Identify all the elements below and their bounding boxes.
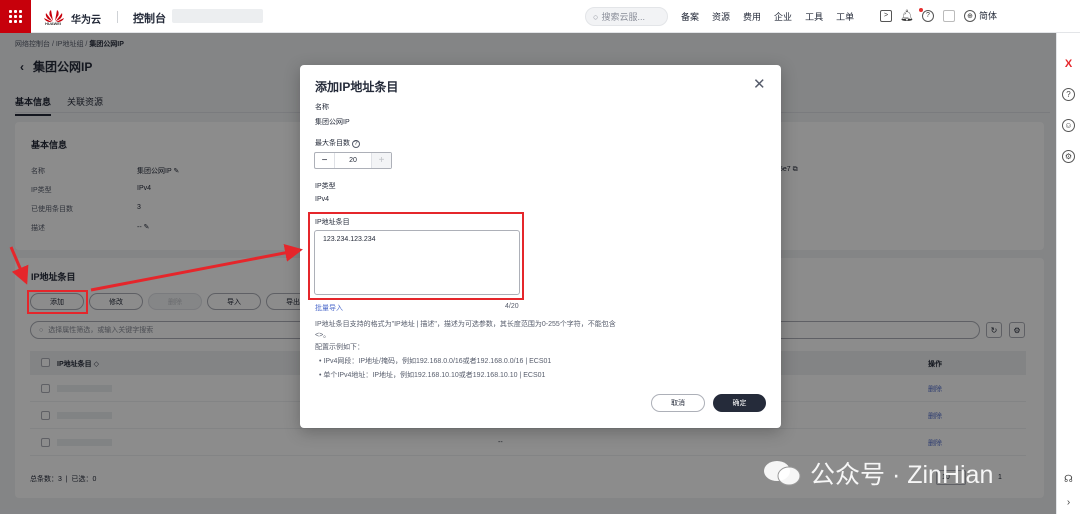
divider: [117, 11, 118, 23]
max-entries-text: 最大条目数: [315, 140, 350, 147]
max-entries-value[interactable]: 20: [335, 153, 371, 168]
name-label: 名称: [315, 104, 329, 111]
service-list-icon[interactable]: [0, 0, 31, 33]
increment-button[interactable]: +: [371, 153, 391, 168]
max-entries-label: 最大条目数 ?: [315, 138, 360, 148]
name-value: 集团公网IP: [315, 119, 350, 126]
logo-text: HUAWEI: [45, 21, 61, 26]
watermark-text: 公众号 · ZinHian: [810, 461, 994, 489]
format-hint-2: <>。: [315, 332, 331, 339]
region-selector[interactable]: [172, 9, 263, 23]
language-switch[interactable]: ⊕ 简体: [964, 9, 997, 22]
confirm-button[interactable]: 确定: [713, 394, 766, 412]
nav-beian[interactable]: 备案: [681, 10, 699, 23]
help-center-icon[interactable]: ?: [1062, 88, 1075, 101]
global-search-input[interactable]: ○ 搜索云服...: [585, 7, 668, 26]
example-ipv4-segment-text: IPv4网段：IP地址/掩码，例如192.168.0.0/16或者192.168…: [323, 358, 552, 365]
nav-enterprise[interactable]: 企业: [774, 10, 792, 23]
top-navbar: HUAWEI 华为云 控制台 ○ 搜索云服... 备案 资源 费用 企业 工具 …: [0, 0, 1080, 33]
close-icon[interactable]: ✕: [753, 75, 766, 93]
nav-tools[interactable]: 工具: [805, 10, 823, 23]
settings-icon[interactable]: ⚙: [1062, 150, 1075, 163]
help-icon[interactable]: ?: [351, 140, 360, 148]
bell-icon[interactable]: 🔔︎: [900, 10, 914, 22]
nav-tickets[interactable]: 工单: [836, 10, 854, 23]
ai-assistant-icon[interactable]: X: [1062, 57, 1075, 70]
example-ipv4-segment: • IPv4网段：IP地址/掩码，例如192.168.0.0/16或者192.1…: [319, 358, 552, 365]
headset-icon[interactable]: ☊: [1062, 473, 1075, 486]
language-label: 简体: [979, 11, 998, 21]
feedback-smile-icon[interactable]: ☺: [1062, 119, 1075, 132]
ip-type-label: IP类型: [315, 183, 336, 190]
message-icon[interactable]: [943, 9, 955, 22]
collapse-icon[interactable]: ›: [1062, 496, 1075, 509]
right-rail: X ? ☺ ⚙ ☊ ›: [1056, 33, 1080, 514]
top-nav-links: 备案 资源 费用 企业 工具 工单: [681, 10, 867, 23]
format-hint: IP地址条目支持的格式为"IP地址 | 描述"，描述为可选参数，其长度范围为0-…: [315, 321, 616, 328]
decrement-button[interactable]: −: [315, 153, 335, 168]
wechat-icon: [764, 461, 801, 486]
search-icon: ○: [593, 11, 599, 22]
globe-icon: ⊕: [964, 9, 976, 22]
annotation-box-entry: [308, 212, 524, 300]
brand-name[interactable]: 华为云: [71, 11, 101, 26]
search-placeholder: 搜索云服...: [601, 12, 645, 22]
nav-billing[interactable]: 费用: [743, 10, 761, 23]
annotation-box-add: [27, 290, 88, 314]
watermark: 公众号 · ZinHian: [762, 455, 993, 491]
console-link[interactable]: 控制台: [133, 10, 166, 26]
example-ipv4-single-text: 单个IPv4地址：IP地址，例如192.168.10.10或者192.168.1…: [323, 372, 546, 379]
example-ipv4-single: • 单个IPv4地址：IP地址，例如192.168.10.10或者192.168…: [319, 372, 546, 379]
notification-dot: [919, 8, 923, 12]
example-heading: 配置示例如下：: [315, 344, 364, 351]
max-entries-stepper: − 20 +: [314, 152, 392, 169]
dialog-title: 添加IP地址条目: [315, 80, 399, 94]
cancel-button[interactable]: 取消: [651, 394, 705, 412]
help-icon[interactable]: ?: [922, 9, 934, 22]
terminal-icon[interactable]: >: [880, 9, 892, 22]
nav-resources[interactable]: 资源: [712, 10, 730, 23]
batch-import-link[interactable]: 批量导入: [315, 303, 343, 313]
char-counter: 4/20: [505, 303, 519, 310]
ip-type-value: IPv4: [315, 196, 330, 203]
top-icons: > 🔔︎ ? ⊕ 简体: [880, 9, 997, 22]
